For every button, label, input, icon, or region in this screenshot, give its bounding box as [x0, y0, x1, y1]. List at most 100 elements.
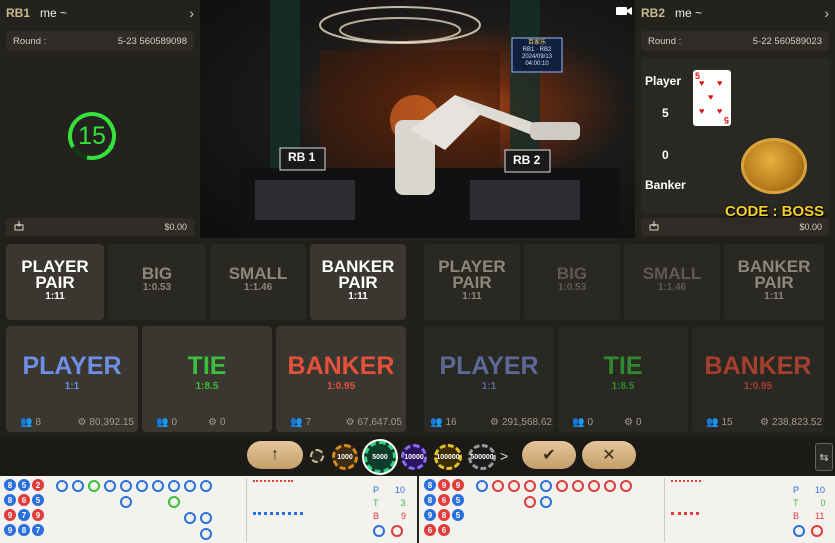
derived-road-mark — [253, 480, 293, 486]
bet-odds: 1:11 — [764, 291, 784, 302]
stat-t-value: 0 — [820, 498, 826, 508]
bet-banker-left[interactable]: BANKER 1:0.95 👥 7 ⚙ 67,647.05 — [276, 326, 406, 432]
round-info: Round : 5-23 560589098 — [6, 31, 194, 51]
bet-small-right[interactable]: SMALL 1:1.46 — [624, 244, 720, 320]
users-icon: 👥 — [430, 417, 443, 428]
heart-icon: ♥ — [717, 106, 723, 116]
undo-button[interactable]: ↑ — [247, 441, 303, 469]
stat-b-value: 11 — [815, 511, 825, 521]
bet-player-pair-left[interactable]: PLAYER PAIR 1:11 — [6, 244, 104, 320]
right-table-header[interactable]: RB2 me ~ › — [641, 2, 829, 24]
bet-tie-right[interactable]: TIE 1:8.5 👥 0 ⚙ 0 — [558, 326, 688, 432]
chip-value: 10000 — [404, 453, 424, 461]
player-score: 5 — [662, 106, 669, 120]
big-road-mark — [120, 480, 132, 492]
bet-tie-left[interactable]: TIE 1:8.5 👥 0 ⚙ 0 — [142, 326, 272, 432]
users-count: 15 — [721, 417, 733, 428]
round-value: 5-22 560589023 — [752, 35, 822, 47]
bead-road-left: 8 5 2 8 6 5 9 7 9 9 8 7 — [4, 479, 52, 541]
bet-label: PLAYER — [22, 352, 122, 380]
amount-value: 67,647.05 — [357, 417, 403, 428]
bet-player-left[interactable]: PLAYER 1:1 👥 8 ⚙ 80,392.15 — [6, 326, 138, 432]
chip-settings-icon[interactable] — [310, 449, 324, 463]
bet-label: PLAYER — [439, 352, 539, 380]
derived-roads-left — [246, 478, 356, 542]
chip-10000[interactable]: 10000 — [401, 444, 427, 470]
bet-banker-pair-left[interactable]: BANKER PAIR 1:11 — [310, 244, 406, 320]
bet-amount: ⚙ 291,568.62 — [490, 417, 552, 428]
heart-icon: ♥ — [699, 78, 705, 88]
users-count: 0 — [587, 417, 594, 428]
chip-scroll-right-icon[interactable]: > — [500, 448, 508, 464]
stat-p-value: 10 — [815, 485, 826, 495]
big-road-mark — [588, 480, 600, 492]
bet-player-right[interactable]: PLAYER 1:1 👥 16 ⚙ 291,568.62 — [424, 326, 554, 432]
banker-pair-indicator-icon — [811, 525, 823, 537]
bet-big-right[interactable]: BIG 1:0.53 — [524, 244, 620, 320]
round-label: Round : — [648, 35, 682, 47]
bet-users: 👥 7 — [290, 417, 311, 428]
big-road-mark — [120, 496, 132, 508]
table-code: RB2 — [641, 6, 666, 20]
bet-banker-right[interactable]: BANKER 1:0.95 👥 15 ⚙ 238,823.52 — [692, 326, 824, 432]
bead: 6 — [424, 524, 436, 536]
round-value: 5-23 560589098 — [117, 35, 187, 47]
bet-small-left[interactable]: SMALL 1:1.46 — [210, 244, 306, 320]
big-road-left — [54, 478, 244, 542]
bead: 6 — [18, 494, 30, 506]
big-road-mark — [200, 528, 212, 540]
bet-amount: ⚙ 0 — [208, 417, 226, 428]
derived-road-mark — [671, 480, 701, 486]
bet-player-pair-right[interactable]: PLAYER PAIR 1:11 — [424, 244, 520, 320]
game-info-sign: 百家乐 RB1 · RB2 2024/09/13 04:00:10 — [514, 40, 560, 68]
derived-road-mark — [671, 512, 699, 522]
amount-value: 238,823.52 — [771, 417, 822, 428]
bet-label: PAIR — [338, 273, 378, 292]
stat-t-label: T — [793, 498, 799, 508]
bet-big-left[interactable]: BIG 1:0.53 — [108, 244, 206, 320]
bead: 8 — [424, 494, 436, 506]
bet-odds: 1:1 — [64, 381, 80, 392]
big-road-mark — [540, 480, 552, 492]
cancel-button[interactable]: ✕ — [582, 441, 636, 469]
users-icon: 👥 — [20, 417, 33, 428]
users-count: 7 — [305, 417, 312, 428]
countdown-timer: 15 — [66, 110, 118, 162]
bead: 9 — [452, 479, 464, 491]
bet-odds: 1:0.53 — [142, 282, 172, 293]
chip-100000[interactable]: 100000 — [434, 444, 462, 470]
big-road-mark — [200, 480, 212, 492]
camera-icon[interactable] — [616, 4, 632, 16]
chevron-right-icon[interactable]: › — [189, 5, 194, 21]
bet-odds: 1:0.95 — [326, 381, 356, 392]
bead: 2 — [32, 479, 44, 491]
sign-title: 百家乐 — [527, 40, 546, 46]
coin-icon: ⚙ — [624, 417, 633, 428]
balance-value: $0.00 — [164, 222, 187, 232]
bet-odds: 1:11 — [45, 291, 65, 302]
chevron-right-icon[interactable]: › — [824, 5, 829, 21]
bet-users: 👥 8 — [20, 417, 41, 428]
derived-road-mark — [253, 512, 303, 518]
chip-5000-selected[interactable]: 5000 — [364, 441, 396, 473]
bet-banker-pair-right[interactable]: BANKER PAIR 1:11 — [724, 244, 824, 320]
chip-1000[interactable]: 1000 — [332, 444, 358, 470]
stat-t-value: 3 — [400, 498, 406, 508]
bet-odds: 1:8.5 — [611, 381, 635, 392]
swap-tables-icon[interactable]: ⇆ — [815, 443, 833, 471]
timer-value: 15 — [78, 121, 106, 150]
stat-p-label: P — [373, 485, 380, 495]
bead: 6 — [438, 494, 450, 506]
amount-value: 0 — [219, 417, 226, 428]
last-result-panel: Player 5 0 Banker 5 ♥ ♥ ♥ ♥ ♥ 5 CODE : B… — [641, 58, 830, 220]
bead: 5 — [452, 494, 464, 506]
bet-label: SMALL — [228, 264, 288, 283]
coin-icon: ⚙ — [759, 417, 769, 428]
confirm-button[interactable]: ✔ — [522, 441, 576, 469]
chip-500000[interactable]: 500000 — [468, 444, 496, 470]
left-table-panel: RB1 me ~ › Round : 5-23 560589098 15 $0.… — [0, 0, 200, 238]
coin-icon: ⚙ — [345, 417, 355, 428]
left-table-header[interactable]: RB1 me ~ › — [6, 2, 194, 24]
users-count: 8 — [35, 417, 42, 428]
big-road-mark — [168, 496, 180, 508]
